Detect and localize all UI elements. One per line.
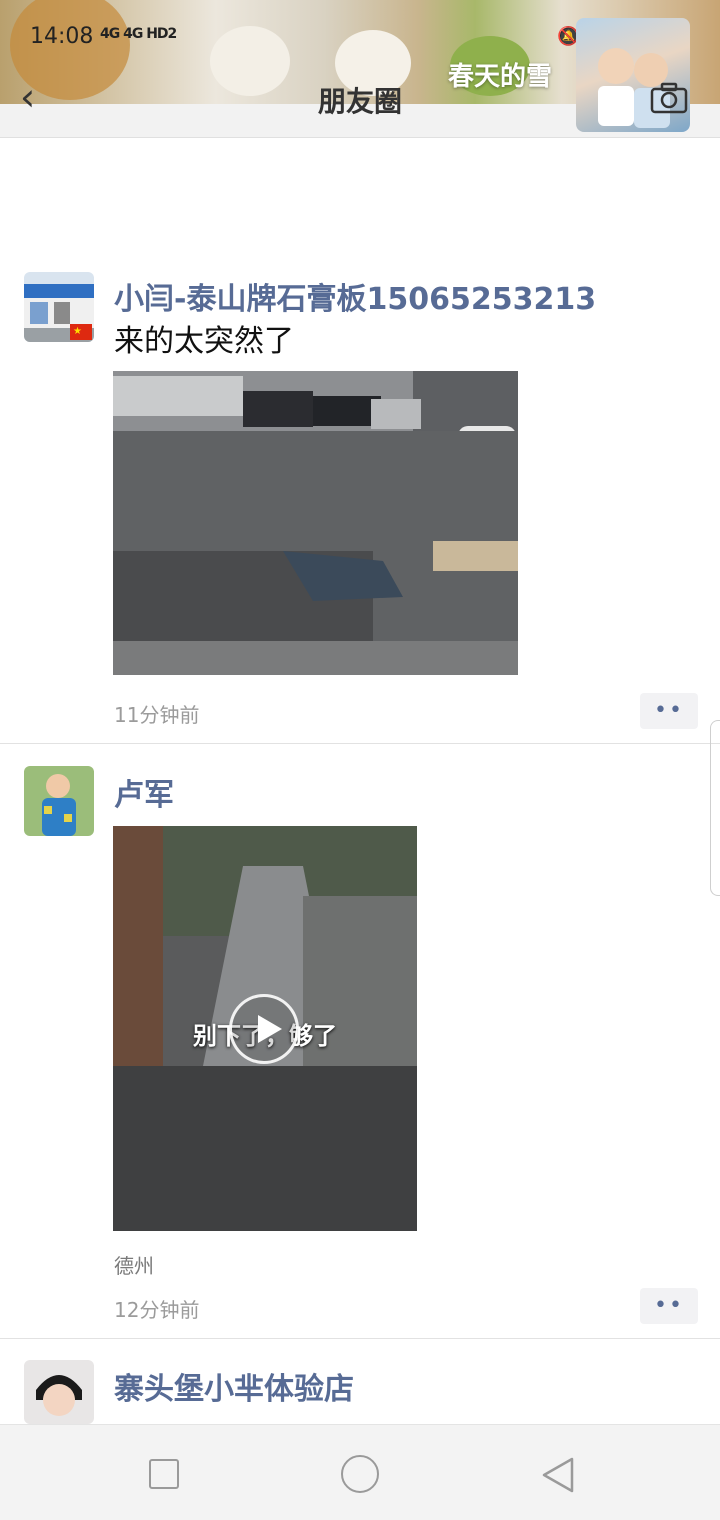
home-icon[interactable] [341, 1455, 379, 1493]
page-title: 朋友圈 [317, 85, 402, 118]
back-icon[interactable] [538, 1455, 578, 1495]
play-icon[interactable] [229, 994, 299, 1064]
post-location[interactable]: 德州 [114, 1250, 154, 1279]
network-indicator: 4G 4G HD2 [100, 26, 177, 42]
author-name[interactable]: 卢军 [114, 770, 174, 814]
more-actions-button[interactable]: •• [640, 1288, 698, 1324]
more-actions-button[interactable]: •• [640, 693, 698, 729]
status-time: 14:08 [30, 24, 94, 49]
china-flag-icon: ★ [70, 324, 92, 340]
recent-apps-icon[interactable] [149, 1459, 179, 1489]
post-time: 12分钟前 [114, 1298, 200, 1322]
rain-street-photo [113, 371, 518, 675]
system-navigation-bar [0, 1424, 720, 1520]
avatar-image [24, 1360, 94, 1424]
scroll-indicator[interactable] [710, 720, 720, 896]
post-photo[interactable] [113, 371, 518, 675]
avatar-image [24, 766, 94, 836]
camera-icon[interactable] [650, 82, 688, 122]
author-avatar[interactable] [24, 1360, 94, 1424]
moments-header: 14:08 4G 4G HD2 🔕 🔒 ⏰ 春天的雪 ‹ 朋友圈 [0, 0, 720, 138]
author-name[interactable]: 小闫-泰山牌石膏板15065253213 [114, 274, 596, 318]
post-time: 11分钟前 [114, 703, 200, 727]
post-divider [0, 1338, 720, 1339]
author-name[interactable]: 寨头堡小芈体验店 [114, 1364, 354, 1408]
post-divider [0, 743, 720, 744]
post-video[interactable]: 别下了，够了 [113, 826, 417, 1231]
author-avatar[interactable] [24, 766, 94, 836]
post-text: 来的太突然了 [114, 324, 294, 359]
author-avatar[interactable]: ★ [24, 272, 94, 342]
